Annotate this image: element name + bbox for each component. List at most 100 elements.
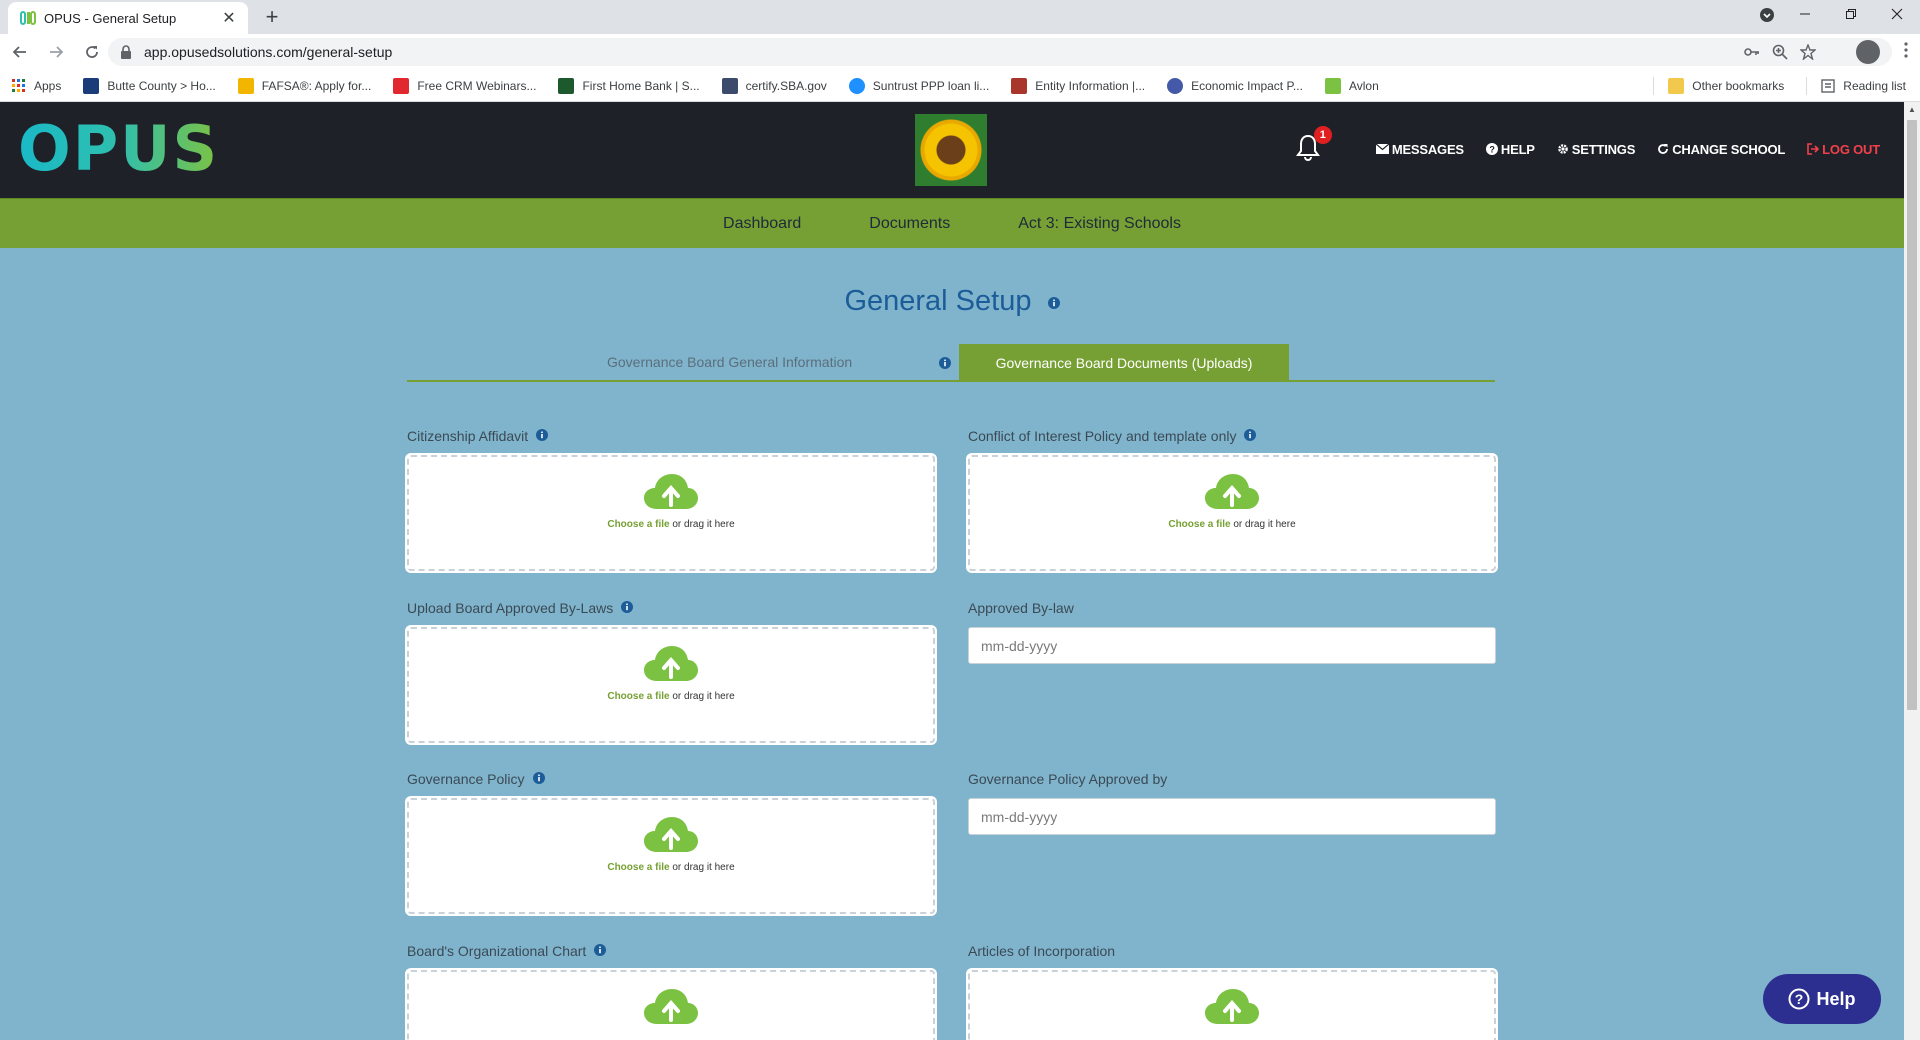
logout-link[interactable]: LOG OUT (1807, 142, 1880, 157)
info-icon[interactable] (939, 356, 951, 374)
tab-board-documents[interactable]: Governance Board Documents (Uploads) (959, 344, 1289, 382)
board-bylaws-dropzone[interactable]: Choose a file or drag it here (407, 627, 935, 743)
choose-file-link[interactable]: Choose a file (1168, 519, 1230, 530)
choose-file-link[interactable]: Choose a file (607, 519, 669, 530)
conflict-of-interest-dropzone[interactable]: Choose a file or drag it here (968, 455, 1496, 571)
change-school-link[interactable]: CHANGE SCHOOL (1657, 142, 1785, 157)
field-label-text: Articles of Incorporation (968, 943, 1116, 959)
field-label-text: Governance Policy (407, 771, 525, 787)
messages-link[interactable]: MESSAGES (1375, 142, 1464, 157)
browser-menu-icon[interactable] (1904, 42, 1908, 63)
nav-act3-existing-schools[interactable]: Act 3: Existing Schools (1018, 215, 1181, 233)
help-link[interactable]: ? HELP (1485, 142, 1535, 157)
notifications-bell[interactable]: 1 (1295, 126, 1332, 164)
settings-label: SETTINGS (1571, 141, 1636, 157)
governance-policy-approved-date-input[interactable] (968, 798, 1496, 835)
info-icon[interactable] (536, 428, 549, 444)
bookmark-label: certify.SBA.gov (745, 78, 827, 93)
org-chart-label: Board's Organizational Chart (407, 943, 607, 959)
tab-search-icon[interactable] (1752, 7, 1782, 23)
citizenship-affidavit-dropzone[interactable]: Choose a file or drag it here (407, 455, 935, 571)
bookmark-butte-county[interactable]: Butte County > Ho... (83, 77, 216, 94)
notification-badge: 1 (1313, 126, 1332, 144)
settings-link[interactable]: SETTINGS (1557, 142, 1635, 157)
logout-label: LOG OUT (1822, 141, 1880, 157)
bookmark-label: Avlon (1348, 78, 1379, 93)
floating-help-button[interactable]: ? Help (1763, 974, 1881, 1024)
key-icon[interactable] (1738, 47, 1766, 57)
close-tab-icon[interactable]: ✕ (220, 8, 238, 28)
bookmark-star-icon[interactable] (1794, 44, 1822, 60)
info-icon[interactable] (594, 943, 607, 959)
cloud-upload-icon (644, 989, 698, 1024)
info-icon[interactable] (1244, 428, 1257, 444)
gear-icon (1557, 144, 1568, 154)
bookmark-suntrust[interactable]: Suntrust PPP loan li... (848, 77, 989, 94)
bookmark-certify-sba[interactable]: certify.SBA.gov (721, 77, 827, 94)
field-label-text: Conflict of Interest Policy and template… (968, 428, 1237, 444)
drag-hint-text: or drag it here (1230, 519, 1296, 530)
bookmark-avlon[interactable]: Avlon (1324, 77, 1379, 94)
browser-tab-title: OPUS - General Setup (44, 10, 177, 26)
reading-list-icon (1821, 79, 1835, 93)
browser-tab[interactable]: OPUS - General Setup ✕ (8, 2, 248, 34)
approved-bylaw-label: Approved By-law (968, 600, 1074, 616)
restore-icon[interactable] (1828, 7, 1874, 23)
lock-icon (120, 45, 134, 59)
address-bar[interactable]: app.opusedsolutions.com/general-setup (108, 38, 1892, 66)
bookmark-economic-impact[interactable]: Economic Impact P... (1167, 77, 1303, 94)
upload-hint: Choose a file or drag it here (607, 862, 734, 873)
profile-avatar-icon[interactable] (1856, 40, 1880, 64)
cloud-upload-icon (644, 646, 698, 681)
bookmark-first-home-bank[interactable]: First Home Bank | S... (558, 77, 700, 94)
field-label-text: Board's Organizational Chart (407, 943, 587, 959)
approved-bylaw-date-input[interactable] (968, 627, 1496, 664)
reload-icon[interactable] (76, 36, 108, 68)
cloud-upload-icon (1205, 474, 1259, 509)
minimize-icon[interactable] (1782, 7, 1828, 23)
info-icon[interactable] (621, 600, 634, 616)
bookmark-free-crm[interactable]: Free CRM Webinars... (393, 77, 536, 94)
upload-hint: Choose a file or drag it here (1168, 519, 1295, 530)
forward-arrow-icon[interactable] (40, 36, 72, 68)
org-chart-dropzone[interactable] (407, 970, 935, 1040)
butte-county-favicon-icon (83, 77, 100, 94)
reading-list[interactable]: Reading list (1821, 79, 1906, 93)
governance-policy-dropzone[interactable]: Choose a file or drag it here (407, 798, 935, 914)
fafsa-favicon-icon (237, 77, 254, 94)
header-nav: 1 MESSAGES ? HELP SETTINGS CHANGE SCHOOL… (1295, 126, 1880, 164)
bookmarks-divider (1806, 77, 1808, 95)
drag-hint-text: or drag it here (669, 862, 735, 873)
bookmark-label: Economic Impact P... (1191, 78, 1303, 93)
other-bookmarks[interactable]: Other bookmarks (1668, 78, 1784, 94)
bookmarks-right: Other bookmarks Reading list (1653, 70, 1906, 102)
nav-dashboard[interactable]: Dashboard (723, 215, 801, 233)
bookmark-label: Apps (34, 78, 62, 93)
info-icon[interactable] (532, 771, 545, 787)
back-arrow-icon[interactable] (4, 36, 36, 68)
page-scrollbar[interactable]: ▲ (1904, 102, 1920, 1040)
reading-list-label: Reading list (1843, 79, 1906, 93)
opus-logo[interactable]: OPUS (18, 112, 219, 185)
choose-file-link[interactable]: Choose a file (607, 862, 669, 873)
bookmark-entity-information[interactable]: Entity Information |... (1011, 77, 1145, 94)
irs-favicon-icon (1167, 77, 1184, 94)
browser-tab-bar: OPUS - General Setup ✕ + (0, 0, 1920, 34)
articles-of-incorporation-dropzone[interactable] (968, 970, 1496, 1040)
info-icon[interactable] (1047, 284, 1060, 317)
tab-general-information[interactable]: Governance Board General Information (607, 354, 852, 370)
page-title-text: General Setup (844, 285, 1032, 318)
choose-file-link[interactable]: Choose a file (607, 691, 669, 702)
new-tab-button[interactable]: + (258, 4, 286, 32)
nav-documents[interactable]: Documents (869, 215, 950, 233)
question-circle-icon: ? (1485, 143, 1498, 155)
field-label-text: Upload Board Approved By-Laws (407, 600, 614, 616)
school-logo-sunflower (915, 114, 987, 186)
scroll-up-arrow-icon[interactable]: ▲ (1904, 102, 1920, 118)
bookmark-fafsa[interactable]: FAFSA®: Apply for... (237, 77, 371, 94)
zoom-icon[interactable] (1766, 44, 1794, 60)
change-school-label: CHANGE SCHOOL (1672, 141, 1786, 157)
bookmark-apps[interactable]: Apps (12, 78, 62, 93)
close-window-icon[interactable] (1874, 7, 1920, 23)
scroll-thumb[interactable] (1907, 120, 1917, 710)
